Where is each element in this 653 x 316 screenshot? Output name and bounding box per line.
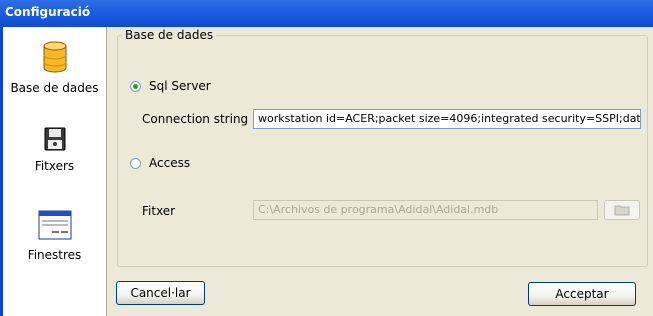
file-label: Fitxer bbox=[142, 204, 176, 218]
window-title: Configuració bbox=[5, 5, 91, 19]
sidebar-item-label: Base de dades bbox=[10, 81, 99, 95]
sql-server-label: Sql Server bbox=[149, 79, 211, 93]
sidebar-item-database[interactable]: Base de dades bbox=[3, 41, 106, 95]
title-bar: Configuració bbox=[0, 0, 653, 27]
sql-server-radio[interactable]: Sql Server bbox=[130, 79, 211, 93]
access-radio[interactable]: Access bbox=[130, 156, 190, 170]
accept-button[interactable]: Acceptar bbox=[528, 282, 636, 306]
sidebar-item-files[interactable]: Fitxers bbox=[3, 127, 106, 173]
access-label: Access bbox=[149, 156, 191, 170]
window-icon bbox=[38, 210, 71, 240]
sidebar-item-windows[interactable]: Finestres bbox=[3, 210, 106, 262]
connection-string-label: Connection string bbox=[142, 112, 249, 126]
database-group bbox=[117, 35, 648, 267]
file-path-input[interactable]: C:\Archivos de programa\Adidal\Adidal.md… bbox=[253, 200, 598, 220]
group-title: Base de dades bbox=[122, 28, 217, 42]
cancel-button[interactable]: Cancel·lar bbox=[116, 281, 205, 305]
browse-button[interactable] bbox=[604, 200, 640, 220]
floppy-disk-icon bbox=[44, 127, 65, 151]
radio-checked[interactable] bbox=[130, 80, 141, 92]
sidebar-item-label: Fitxers bbox=[34, 159, 75, 173]
sidebar-item-label: Finestres bbox=[27, 248, 82, 262]
sidebar: Base de dades Fitxers Finestres bbox=[3, 27, 107, 316]
folder-icon bbox=[614, 205, 630, 216]
database-icon bbox=[43, 41, 66, 73]
connection-string-input[interactable]: workstation id=ACER;packet size=4096;int… bbox=[253, 109, 641, 129]
radio-unchecked[interactable] bbox=[130, 157, 141, 169]
